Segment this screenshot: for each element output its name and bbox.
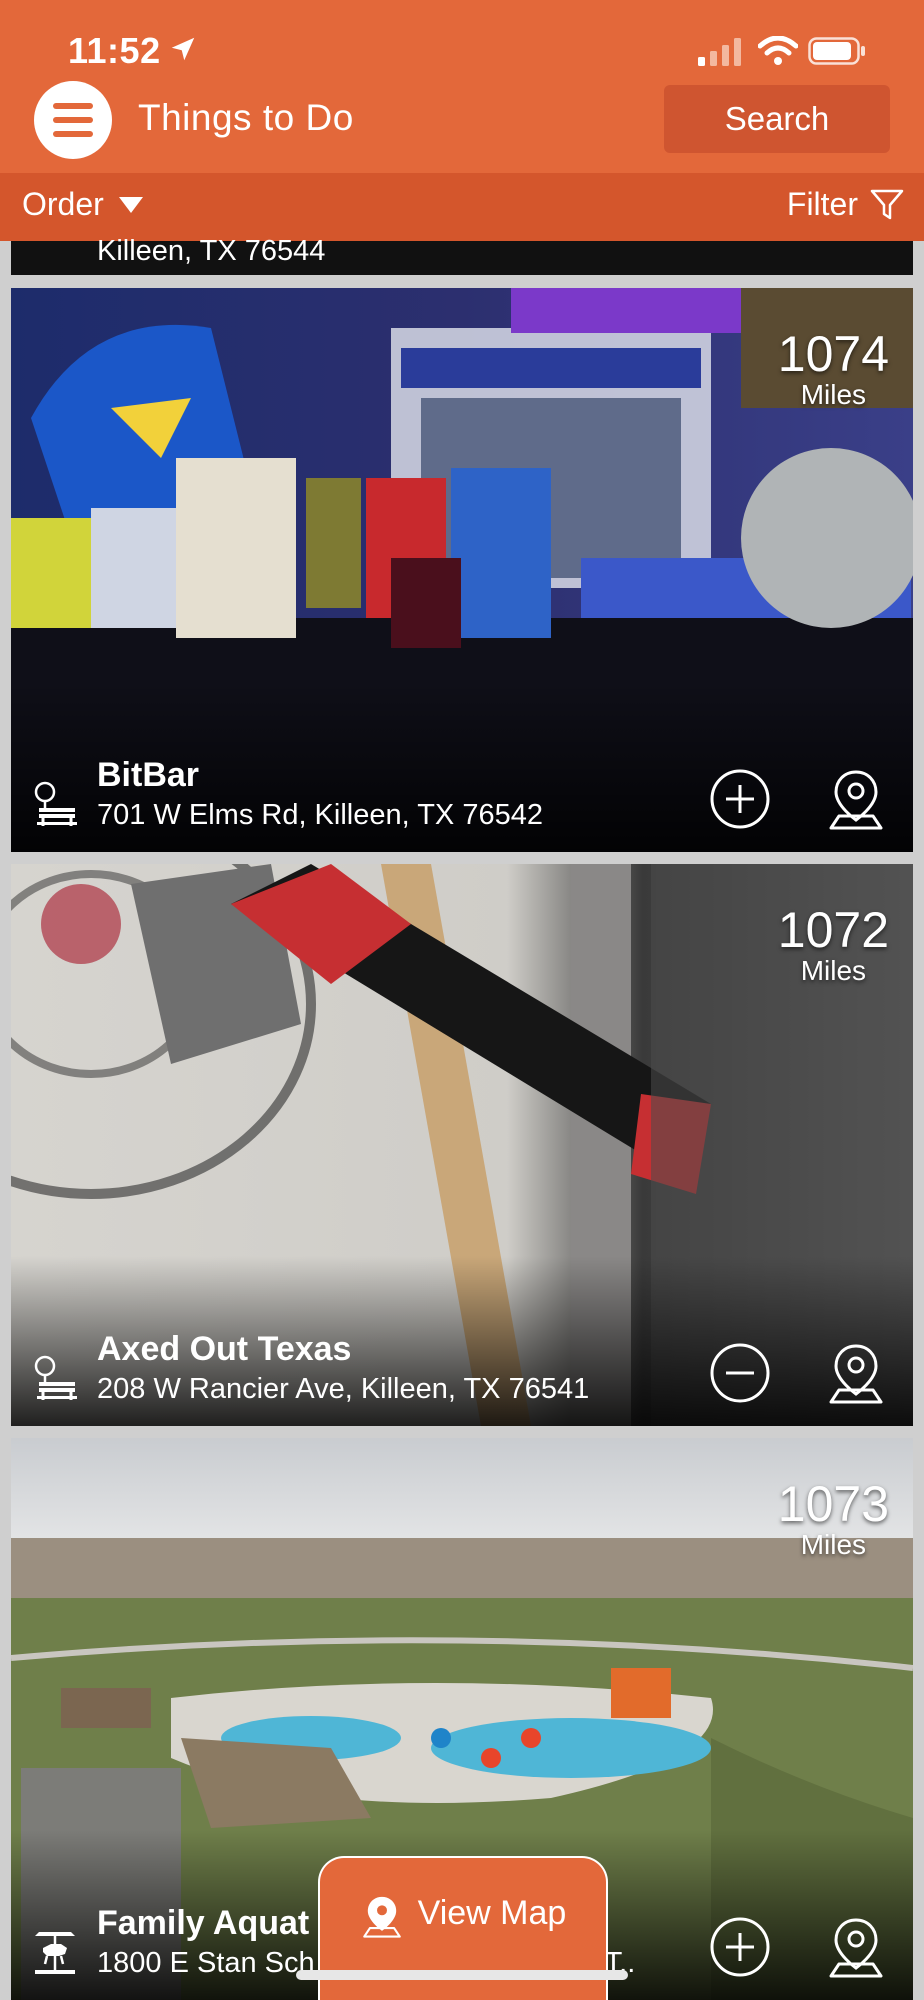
location-arrow-icon bbox=[171, 37, 195, 61]
funnel-icon bbox=[870, 189, 904, 219]
hamburger-icon bbox=[53, 103, 93, 137]
search-button[interactable]: Search bbox=[664, 85, 890, 153]
map-pin-icon bbox=[362, 1896, 401, 1938]
view-map-label: View Map bbox=[417, 1894, 567, 1932]
place-address: 701 W Elms Rd, Killeen, TX 76542 bbox=[97, 799, 543, 831]
filter-label: Filter bbox=[786, 186, 858, 222]
menu-button[interactable] bbox=[34, 81, 112, 159]
place-address-start: 1800 E Stan Sch bbox=[97, 1947, 315, 1979]
order-label: Order bbox=[22, 186, 104, 222]
add-plus-icon[interactable] bbox=[709, 768, 771, 830]
distance-value: 1073 bbox=[777, 1476, 889, 1532]
park-bench-icon bbox=[34, 781, 77, 826]
order-button[interactable]: Order bbox=[22, 186, 144, 223]
distance-badge: 1074 Miles bbox=[778, 328, 889, 410]
park-bench-icon bbox=[34, 1355, 77, 1400]
status-bar: 11:52 bbox=[0, 0, 924, 78]
distance-badge: 1072 Miles bbox=[778, 904, 889, 986]
distance-value: 1072 bbox=[777, 902, 889, 958]
page-title: Things to Do bbox=[138, 97, 354, 138]
map-pin-icon[interactable] bbox=[825, 1916, 887, 1978]
distance-value: 1074 bbox=[777, 326, 889, 382]
place-name: Axed Out Texas bbox=[97, 1330, 352, 1368]
carousel-horse-icon bbox=[35, 1932, 75, 1974]
filter-button[interactable]: Filter bbox=[787, 186, 904, 223]
battery-icon bbox=[808, 37, 865, 65]
distance-unit: Miles bbox=[800, 955, 867, 986]
top-bar: 11:52 Things to Do Search bbox=[0, 0, 924, 173]
map-pin-icon[interactable] bbox=[825, 768, 887, 830]
place-name: BitBar bbox=[97, 756, 200, 794]
caret-down-icon bbox=[118, 196, 143, 213]
list-item-partial[interactable]: Killeen, TX 76544 bbox=[11, 235, 913, 275]
wifi-icon bbox=[758, 36, 798, 65]
card-info: BitBar 701 W Elms Rd, Killeen, TX 76542 bbox=[97, 754, 543, 834]
distance-badge: 1073 Miles bbox=[778, 1478, 889, 1560]
remove-minus-icon[interactable] bbox=[709, 1342, 771, 1404]
home-indicator[interactable] bbox=[296, 1970, 628, 1980]
sort-filter-bar: Order Filter bbox=[0, 173, 924, 241]
app-screen: 11:52 Things to Do Search Order Filter K… bbox=[0, 0, 924, 2000]
partial-address: Killeen, TX 76544 bbox=[97, 235, 326, 267]
place-address: 208 W Rancier Ave, Killeen, TX 76541 bbox=[97, 1373, 590, 1405]
distance-unit: Miles bbox=[800, 1529, 867, 1560]
list-item-bitbar[interactable]: 1074 Miles BitBar 701 W Elms Rd, Killeen… bbox=[11, 288, 913, 852]
cellular-signal-icon bbox=[698, 38, 741, 66]
map-pin-icon[interactable] bbox=[825, 1342, 887, 1404]
card-info: Axed Out Texas 208 W Rancier Ave, Killee… bbox=[97, 1328, 589, 1408]
list-item-axed-out-texas[interactable]: 1072 Miles Axed Out Texas 208 W Rancier … bbox=[11, 864, 913, 1426]
status-time: 11:52 bbox=[68, 30, 161, 71]
add-plus-icon[interactable] bbox=[709, 1916, 771, 1978]
distance-unit: Miles bbox=[800, 379, 867, 410]
